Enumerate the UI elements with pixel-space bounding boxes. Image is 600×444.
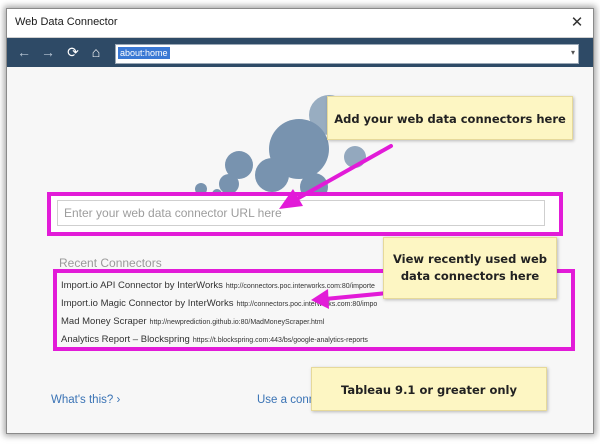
connector-name: Import.io API Connector by InterWorks: [61, 280, 223, 291]
connector-url: http://connectors.poc.interworks.com:80/…: [236, 301, 378, 308]
callout-line: View recently used web: [392, 252, 547, 266]
close-icon[interactable]: ✕: [567, 13, 587, 33]
bubble: [344, 146, 366, 168]
connector-url: https://t.blockspring.com:443/bs/google-…: [192, 337, 368, 344]
connector-url: http://connectors.poc.interworks.com:80/…: [225, 283, 375, 290]
recent-connector-item[interactable]: Import.io API Connector by InterWorks htt…: [61, 275, 375, 293]
version-callout: Tableau 9.1 or greater only: [311, 367, 547, 411]
connector-name: Mad Money Scraper: [61, 316, 147, 327]
connector-url-input[interactable]: [57, 200, 545, 226]
recent-connector-item[interactable]: Analytics Report – Blockspring https://t.…: [61, 329, 368, 347]
use-connector-link[interactable]: Use a conn: [257, 394, 315, 406]
title-bar: Web Data Connector ✕: [7, 9, 593, 38]
callout-line: data connectors here: [400, 269, 540, 283]
recent-connectors-callout: View recently used web data connectors h…: [383, 237, 557, 299]
connector-url: http://newprediction.github.io:80/MadMon…: [149, 319, 325, 326]
recent-connector-item[interactable]: Import.io Magic Connector by InterWorks h…: [61, 293, 377, 311]
back-arrow-icon[interactable]: ←: [15, 43, 33, 61]
navigation-bar: ← → ⟳ ⌂ about:home ▾: [7, 38, 593, 67]
address-value: about:home: [118, 47, 170, 59]
web-data-connector-window: Web Data Connector ✕ ← → ⟳ ⌂ about:home …: [6, 8, 594, 434]
whats-this-link[interactable]: What's this? ›: [51, 394, 120, 406]
bubble: [219, 174, 239, 194]
add-connectors-callout: Add your web data connectors here: [327, 96, 573, 140]
url-highlight-box: [47, 192, 563, 236]
home-icon[interactable]: ⌂: [87, 43, 105, 61]
connector-home: Recent Connectors Import.io API Connecto…: [7, 67, 593, 433]
forward-arrow-icon[interactable]: →: [39, 43, 57, 61]
recent-connectors-heading: Recent Connectors: [59, 256, 162, 270]
chevron-down-icon[interactable]: ▾: [571, 48, 575, 57]
address-bar[interactable]: about:home ▾: [115, 44, 579, 64]
recent-connector-item[interactable]: Mad Money Scraper http://newprediction.gi…: [61, 311, 324, 329]
connector-name: Import.io Magic Connector by InterWorks: [61, 298, 234, 309]
refresh-icon[interactable]: ⟳: [64, 43, 82, 61]
window-title: Web Data Connector: [15, 16, 118, 28]
bubble: [255, 158, 289, 192]
connector-name: Analytics Report – Blockspring: [61, 334, 190, 345]
